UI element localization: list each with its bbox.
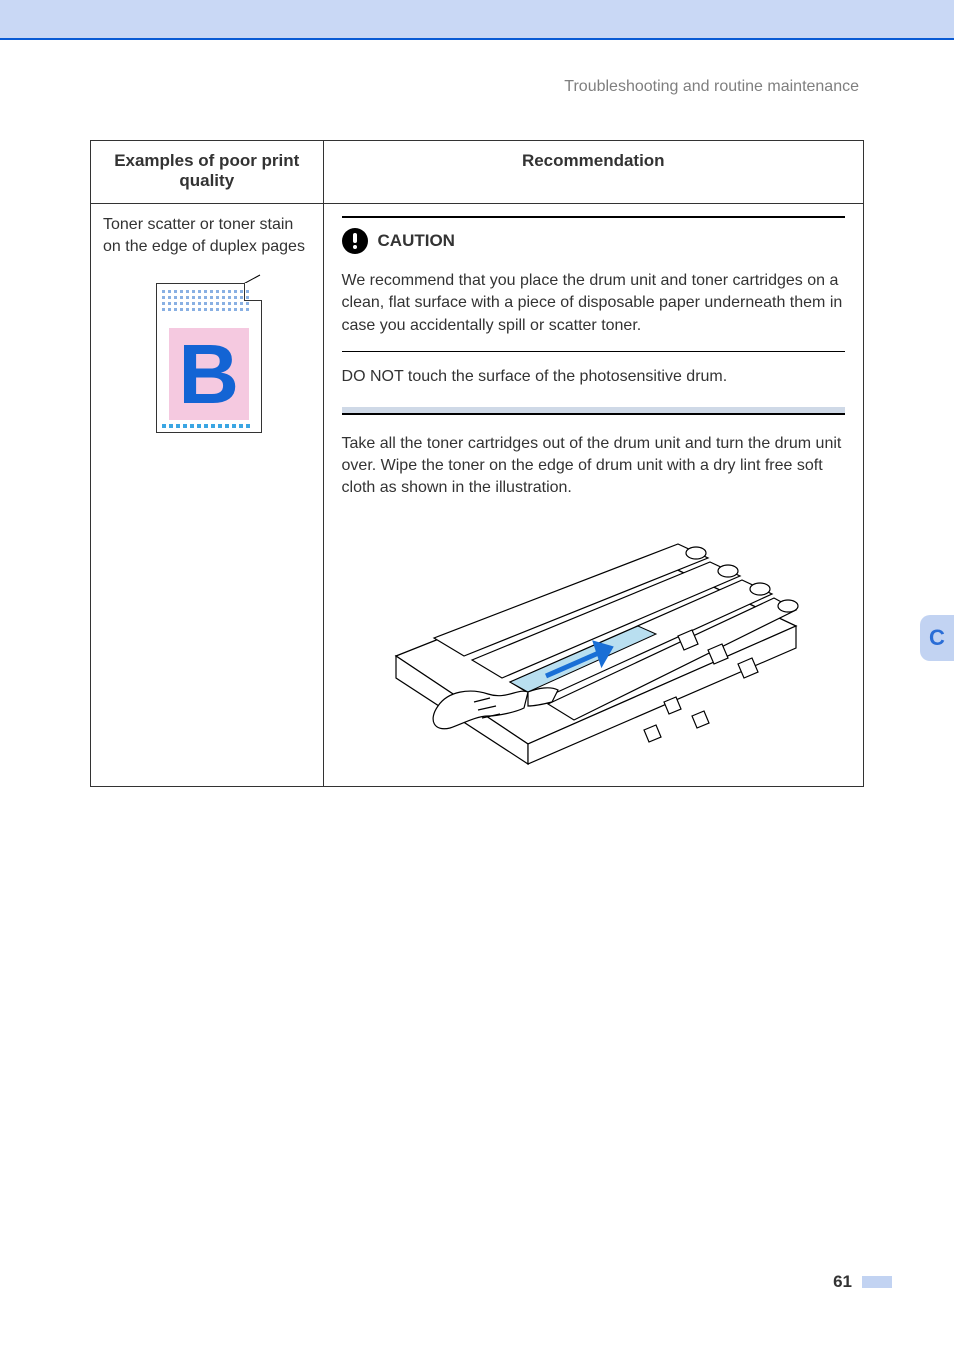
instruction-text: Take all the toner cartridges out of the… [342, 433, 845, 500]
toner-scatter-line [162, 296, 251, 299]
caution-bottom-accent [342, 407, 845, 413]
example-title: Toner scatter or toner stain on the edge… [103, 214, 311, 257]
caution-label: CAUTION [378, 229, 455, 253]
side-tab[interactable]: C [920, 615, 954, 661]
toner-scatter-line [162, 290, 251, 293]
caution-box: CAUTION We recommend that you place the … [342, 216, 845, 415]
sample-content-area: B [169, 328, 249, 420]
caution-paragraph-2: DO NOT touch the surface of the photosen… [342, 352, 845, 402]
top-band [0, 0, 954, 38]
sample-page: B [156, 283, 262, 433]
toner-scatter-line [162, 302, 251, 305]
col-header-examples: Examples of poor print quality [91, 141, 324, 204]
side-tab-label: C [929, 625, 945, 651]
toner-scatter-bottom [162, 424, 251, 428]
drum-unit-illustration [378, 516, 808, 766]
page-number: 61 [833, 1272, 852, 1292]
table-header-row: Examples of poor print quality Recommend… [91, 141, 864, 204]
example-cell: Toner scatter or toner stain on the edge… [91, 204, 324, 787]
section-header: Troubleshooting and routine maintenance [564, 78, 859, 96]
caution-icon [342, 228, 368, 254]
footer-accent [862, 1276, 892, 1288]
sample-illustration: B [142, 275, 272, 440]
caution-paragraph-1: We recommend that you place the drum uni… [342, 262, 845, 351]
table-row: Toner scatter or toner stain on the edge… [91, 204, 864, 787]
troubleshooting-table: Examples of poor print quality Recommend… [90, 140, 864, 787]
col-header-recommendation: Recommendation [323, 141, 863, 204]
toner-scatter-line [162, 308, 251, 311]
page: Troubleshooting and routine maintenance … [0, 0, 954, 1348]
sample-letter: B [178, 332, 239, 416]
caution-heading: CAUTION [342, 224, 845, 262]
top-rule [0, 38, 954, 40]
recommendation-cell: CAUTION We recommend that you place the … [323, 204, 863, 787]
